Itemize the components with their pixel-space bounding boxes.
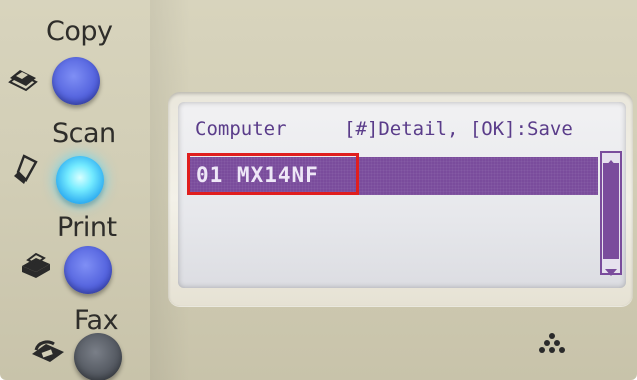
copy-button[interactable] xyxy=(52,57,100,105)
scrollbar-thumb[interactable] xyxy=(603,163,619,259)
lcd-hint: [#]Detail, [OK]:Save xyxy=(344,118,573,140)
highlight-box xyxy=(187,153,359,195)
print-button[interactable] xyxy=(64,246,112,294)
print-icon xyxy=(18,250,52,284)
printer-control-panel: Copy Scan Print Fax Computer [#]Detail, … xyxy=(0,0,637,380)
brand-dots-icon xyxy=(537,332,567,358)
print-label: Print xyxy=(57,212,117,243)
scan-label: Scan xyxy=(52,118,116,149)
fax-icon xyxy=(28,334,68,374)
fax-label: Fax xyxy=(74,305,119,336)
fax-button[interactable] xyxy=(74,333,122,380)
lcd-title: Computer xyxy=(195,118,287,140)
copy-label: Copy xyxy=(46,16,113,47)
scan-button[interactable] xyxy=(56,156,104,204)
scroll-down-arrow-icon[interactable] xyxy=(603,263,619,276)
scan-icon xyxy=(10,154,40,192)
scroll-up-arrow-icon[interactable] xyxy=(603,153,619,167)
copy-icon xyxy=(6,64,40,98)
